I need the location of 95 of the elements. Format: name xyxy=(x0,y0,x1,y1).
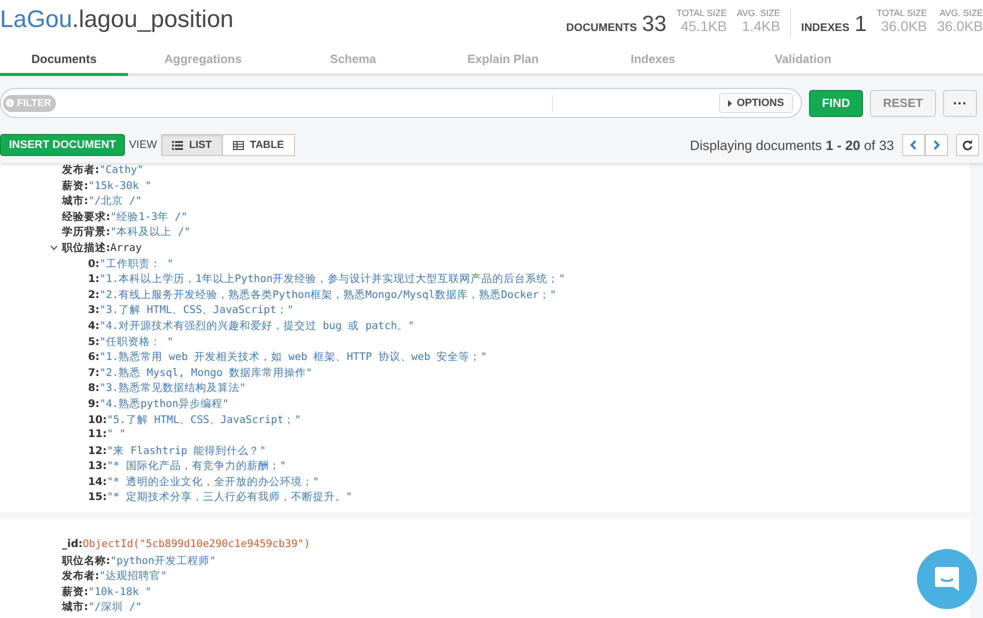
refresh-button[interactable] xyxy=(956,134,979,156)
field-value: "5.了解 HTML、CSS、JavaScript；" xyxy=(106,412,301,426)
stat-label: INDEXES xyxy=(801,22,850,34)
field-value: "3.熟悉常见数据结构及算法" xyxy=(100,381,246,396)
stat-value: 33 xyxy=(642,11,666,37)
field-value: "/深圳 /" xyxy=(88,600,142,614)
field-value: "2.有线上服务开发经验，熟悉各类Python框架，熟悉Mongo/Mysql数据库，熟悉Docker；" xyxy=(100,288,556,302)
field-key: 1: xyxy=(88,273,100,286)
field-key: 9: xyxy=(88,398,100,410)
field-value: "经验1-3年 /" xyxy=(110,210,188,224)
collection-title: LaGou.lagou_position xyxy=(0,6,234,34)
field-key: 10: xyxy=(88,414,107,426)
pagination-text: Displaying documents 1 - 20 of 33 xyxy=(690,138,894,152)
field-key: 薪资: xyxy=(62,584,88,599)
field-value: "1.本科以上学历，1年以上Python开发经验，参与设计并实现过大型互联网产品的后台系统；" xyxy=(100,272,566,286)
field-key: 13: xyxy=(88,460,107,472)
field-key: 薪资: xyxy=(62,178,88,193)
field-value: "python开发工程师" xyxy=(110,554,216,568)
stat-value: 45.1KB xyxy=(680,18,727,34)
field-value: "* 透明的企业文化，全开放的办公环境；" xyxy=(106,474,320,489)
view-toggle[interactable]: TABLE xyxy=(222,134,296,156)
stat-value: 1.4KB xyxy=(742,18,780,34)
field-key: 3: xyxy=(88,304,100,316)
field-value: Array xyxy=(110,242,142,254)
tab[interactable]: Validation xyxy=(728,45,878,76)
field-key: 7: xyxy=(88,366,100,379)
field-value: "本科及以上 /" xyxy=(110,225,190,240)
insert-document-button[interactable]: INSERT DOCUMENT xyxy=(0,134,125,156)
chat-icon xyxy=(933,565,961,593)
field-key: 发布者: xyxy=(62,569,100,584)
field-key: _id: xyxy=(62,538,83,550)
reset-button[interactable]: RESET xyxy=(870,90,936,116)
field-key: 职位描述: xyxy=(62,240,110,255)
field-value: "10k-18k " xyxy=(88,586,152,598)
tab[interactable]: Explain Plan xyxy=(428,45,578,76)
field-value: "4.对开源技术有强烈的兴趣和爱好，提交过 bug 或 patch。" xyxy=(100,318,414,333)
field-value: "任职资格： " xyxy=(100,334,174,349)
field-key: 城市: xyxy=(62,600,88,614)
field-value: "/北京 /" xyxy=(88,194,142,208)
field-key: 学历背景: xyxy=(62,225,110,240)
field-key: 14: xyxy=(88,476,107,488)
tab[interactable]: Aggregations xyxy=(128,45,278,76)
chevron-left-icon xyxy=(910,140,917,150)
field-value: " " xyxy=(106,428,126,440)
field-value: "3.了解 HTML、CSS、JavaScript；" xyxy=(100,303,294,318)
stat-value: 1 xyxy=(854,11,867,37)
filter-badge: FILTER xyxy=(3,94,56,112)
tab[interactable]: Indexes xyxy=(578,45,728,76)
field-key: 0: xyxy=(88,258,100,270)
field-key: 6: xyxy=(88,351,100,364)
field-key: 11: xyxy=(88,428,107,440)
field-key: 5: xyxy=(88,336,100,348)
table-icon xyxy=(232,140,244,150)
field-value: "1.熟悉常用 web 开发相关技术，如 web 框架、HTTP 协议、web 安全等；" xyxy=(100,350,487,364)
field-key: 12: xyxy=(88,444,107,457)
field-value: "* 国际化产品，有竞争力的薪酬；" xyxy=(106,459,286,474)
stat-label: TOTAL SIZE xyxy=(676,8,727,18)
stat-label: DOCUMENTS xyxy=(566,22,637,34)
find-button[interactable]: FIND xyxy=(808,90,863,116)
tab[interactable]: Schema xyxy=(278,45,428,76)
field-value: "2.熟悉 Mysql, Mongo 数据库常用操作" xyxy=(100,366,312,380)
view-toggle[interactable]: LIST xyxy=(161,134,223,156)
field-key: 城市: xyxy=(62,194,88,208)
stat-value: 36.0KB xyxy=(881,18,928,34)
field-value: "15k-30k " xyxy=(88,180,152,192)
field-key: 职位名称: xyxy=(62,554,110,568)
view-label: VIEW xyxy=(128,139,158,151)
field-key: 发布者: xyxy=(62,163,100,177)
field-value: ObjectId("5cb899d10e290c1e9459cb39") xyxy=(82,538,310,550)
caret-icon xyxy=(728,100,732,106)
stat-label: AVG. SIZE xyxy=(736,8,780,18)
chevron-right-icon xyxy=(933,140,940,150)
field-value: "4.熟悉python异步编程" xyxy=(100,396,229,411)
info-icon xyxy=(6,99,14,107)
stat-label: TOTAL SIZE xyxy=(876,8,928,18)
stat-value: 36.0KB xyxy=(937,18,983,34)
list-icon xyxy=(172,140,184,150)
field-value: "达观招聘官" xyxy=(99,569,167,584)
field-value: "工作职责： " xyxy=(100,256,174,271)
field-key: 8: xyxy=(88,382,100,394)
refresh-icon xyxy=(962,140,973,150)
field-value: "* 定期技术分享，三人行必有我师，不断提升。" xyxy=(106,490,352,504)
filter-field[interactable]: FILTER OPTIONS xyxy=(0,88,802,118)
field-value: "Cathy" xyxy=(99,164,144,176)
field-key: 2: xyxy=(88,288,100,301)
next-button[interactable] xyxy=(925,134,948,156)
chevron-down-icon[interactable] xyxy=(50,244,58,251)
stat-label: AVG. SIZE xyxy=(940,8,983,18)
field-value: "来 Flashtrip 能得到什么？" xyxy=(106,444,266,458)
field-key: 4: xyxy=(88,320,100,332)
more-button[interactable]: ··· xyxy=(943,90,977,116)
field-key: 经验要求: xyxy=(62,210,110,224)
options-button[interactable]: OPTIONS xyxy=(718,93,793,113)
field-key: 15: xyxy=(88,491,107,504)
previous-button[interactable] xyxy=(902,134,925,156)
